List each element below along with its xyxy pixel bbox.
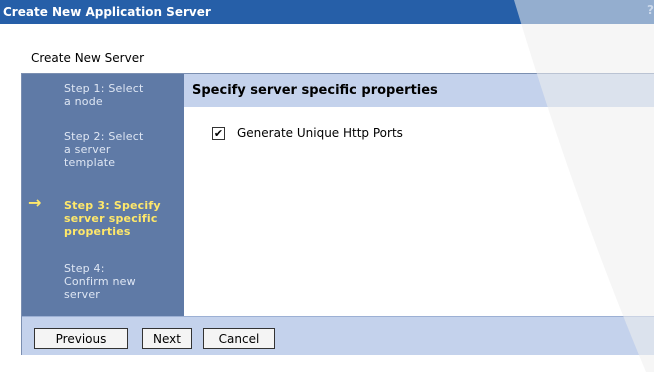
step-4-line-3: server [64,288,101,301]
window-titlebar: Create New Application Server ? [0,0,654,24]
step-3-line-3: properties [64,225,131,238]
step-1-line-1: Step 1: Select [64,82,144,95]
step-4-line-2: Confirm new [64,275,136,288]
right-arrow-icon: → [28,193,42,212]
titlebar-edge-icon: ? [647,3,654,17]
step-2-line-1: Step 2: Select [64,130,144,143]
window-title: Create New Application Server [3,5,211,19]
step-1-line-2: a node [64,95,103,108]
generate-ports-checkbox[interactable]: ✔ [212,126,225,140]
wizard-container: Step 1: Select a node Step 2: Select a s… [21,73,654,355]
step-1: Step 1: Select a node [64,82,143,108]
panel-content: ✔ Generate Unique Http Ports [184,107,654,316]
step-3-line-2: server specific [64,212,158,225]
step-2-line-3: template [64,156,116,169]
step-3-line-1: Step 3: Specify [64,199,161,212]
next-button[interactable]: Next [142,328,192,349]
previous-button[interactable]: Previous [34,328,128,349]
step-2: Step 2: Select a server template [64,130,143,169]
checkmark-icon: ✔ [213,126,224,140]
step-3: Step 3: Specify server specific properti… [64,199,161,238]
page-subtitle: Create New Server [31,51,145,65]
generate-ports-option[interactable]: ✔ Generate Unique Http Ports [212,126,403,140]
step-4-line-1: Step 4: [64,262,105,275]
steps-sidebar: Step 1: Select a node Step 2: Select a s… [22,74,184,316]
cancel-button[interactable]: Cancel [203,328,275,349]
step-4: Step 4: Confirm new server [64,262,136,301]
panel-title: Specify server specific properties [184,74,654,107]
generate-ports-label[interactable]: Generate Unique Http Ports [237,126,403,140]
step-2-line-2: a server [64,143,111,156]
button-bar: Previous Next Cancel [22,316,654,355]
